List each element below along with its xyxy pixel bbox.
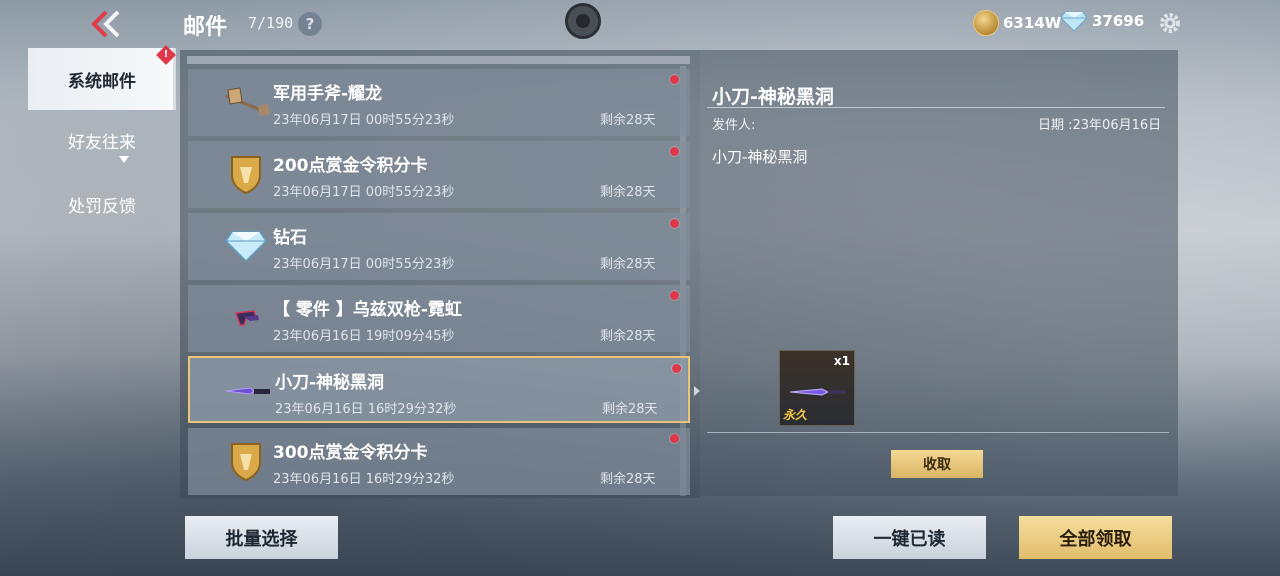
mail-remaining: 剩余28天 xyxy=(600,329,656,344)
divider xyxy=(707,107,1165,108)
double-chevron-left-icon xyxy=(91,10,120,38)
mail-remaining: 剩余28天 xyxy=(600,185,656,200)
coin-balance[interactable]: 6314W xyxy=(973,10,1061,36)
mail-remaining: 剩余28天 xyxy=(602,402,658,417)
help-icon[interactable]: ? xyxy=(298,12,322,36)
mail-date: 23年06月17日 00时55分23秒 xyxy=(273,113,455,128)
sidebar-item-system-mail[interactable]: 系统邮件 xyxy=(28,48,176,110)
mail-row[interactable]: 军用手斧-耀龙 23年06月17日 00时55分23秒 剩余28天 xyxy=(188,69,690,136)
detail-date: 日期 :23年06月16日 xyxy=(1038,118,1162,133)
unread-dot xyxy=(670,147,679,156)
mail-row[interactable]: 钻石 23年06月17日 00时55分23秒 剩余28天 xyxy=(188,213,690,280)
floating-camera-button[interactable] xyxy=(565,3,601,39)
coin-amount: 6314W xyxy=(1003,14,1062,32)
batch-select-button[interactable]: 批量选择 xyxy=(185,516,338,559)
mail-date: 23年06月17日 00时55分23秒 xyxy=(273,257,455,272)
page-title: 邮件 xyxy=(183,15,228,40)
mail-remaining: 剩余28天 xyxy=(600,257,656,272)
mail-title: 200点赏金令积分卡 xyxy=(273,156,428,176)
mail-row[interactable]: 300点赏金令积分卡 23年06月16日 16时29分32秒 剩余28天 xyxy=(188,428,690,495)
unread-dot xyxy=(670,434,679,443)
gold-shield-icon xyxy=(218,440,274,482)
detail-title: 小刀-神秘黑洞 xyxy=(712,86,834,108)
gear-icon[interactable] xyxy=(1158,11,1182,35)
mail-date: 23年06月17日 00时55分23秒 xyxy=(273,185,455,200)
sidebar-item-label: 好友往来 xyxy=(68,132,136,153)
knife-icon xyxy=(789,388,846,396)
sidebar-item-label: 系统邮件 xyxy=(68,71,136,92)
new-badge: ! xyxy=(156,45,176,65)
attachment-quantity: x1 xyxy=(833,354,850,368)
mail-row[interactable]: 200点赏金令积分卡 23年06月17日 00时55分23秒 剩余28天 xyxy=(188,141,690,208)
mark-all-read-button[interactable]: 一键已读 xyxy=(833,516,986,559)
mail-date: 23年06月16日 16时29分32秒 xyxy=(275,402,457,417)
knife-icon xyxy=(220,370,276,412)
axe-icon xyxy=(218,81,274,123)
unread-dot xyxy=(670,75,679,84)
diamond-balance[interactable]: 37696 xyxy=(1060,10,1144,32)
gold-shield-icon xyxy=(218,153,274,195)
mail-row[interactable]: 【 零件 】乌兹双枪-霓虹 23年06月16日 19时09分45秒 剩余28天 xyxy=(188,285,690,352)
attachment-item[interactable]: x1 永久 xyxy=(779,350,855,426)
sidebar-item-penalty-feedback[interactable]: 处罚反馈 xyxy=(28,174,176,234)
diamond-icon xyxy=(1060,11,1088,32)
sender-label: 发件人: xyxy=(712,118,756,133)
unread-dot xyxy=(670,219,679,228)
mail-date: 23年06月16日 16时29分32秒 xyxy=(273,472,455,487)
unread-dot xyxy=(670,291,679,300)
expand-arrow-icon xyxy=(119,156,129,163)
claim-button[interactable]: 收取 xyxy=(891,450,983,478)
mail-title: 钻石 xyxy=(273,228,307,248)
mail-count: 7/190 xyxy=(248,14,294,32)
mail-remaining: 剩余28天 xyxy=(600,113,656,128)
mail-title: 小刀-神秘黑洞 xyxy=(275,373,385,393)
permanent-tag: 永久 xyxy=(783,408,808,422)
list-top-edge xyxy=(187,56,690,64)
detail-body: 小刀-神秘黑洞 xyxy=(712,148,808,166)
mail-title: 300点赏金令积分卡 xyxy=(273,443,428,463)
unread-dot xyxy=(672,364,681,373)
gold-coin-icon xyxy=(973,10,999,36)
mail-date: 23年06月16日 19时09分45秒 xyxy=(273,329,455,344)
diamond-amount: 37696 xyxy=(1092,12,1145,30)
sidebar-item-label: 处罚反馈 xyxy=(68,196,136,217)
claim-all-button[interactable]: 全部领取 xyxy=(1019,516,1172,559)
dual-uzi-part-icon xyxy=(218,297,274,339)
diamond-icon xyxy=(218,225,274,267)
mail-title: 军用手斧-耀龙 xyxy=(273,84,383,104)
mail-remaining: 剩余28天 xyxy=(600,472,656,487)
back-button[interactable] xyxy=(88,8,126,40)
divider xyxy=(707,432,1169,433)
sidebar-item-friends[interactable]: 好友往来 xyxy=(28,110,176,170)
mail-title: 【 零件 】乌兹双枪-霓虹 xyxy=(273,300,462,320)
mail-row-selected[interactable]: 小刀-神秘黑洞 23年06月16日 16时29分32秒 剩余28天 xyxy=(188,356,690,423)
